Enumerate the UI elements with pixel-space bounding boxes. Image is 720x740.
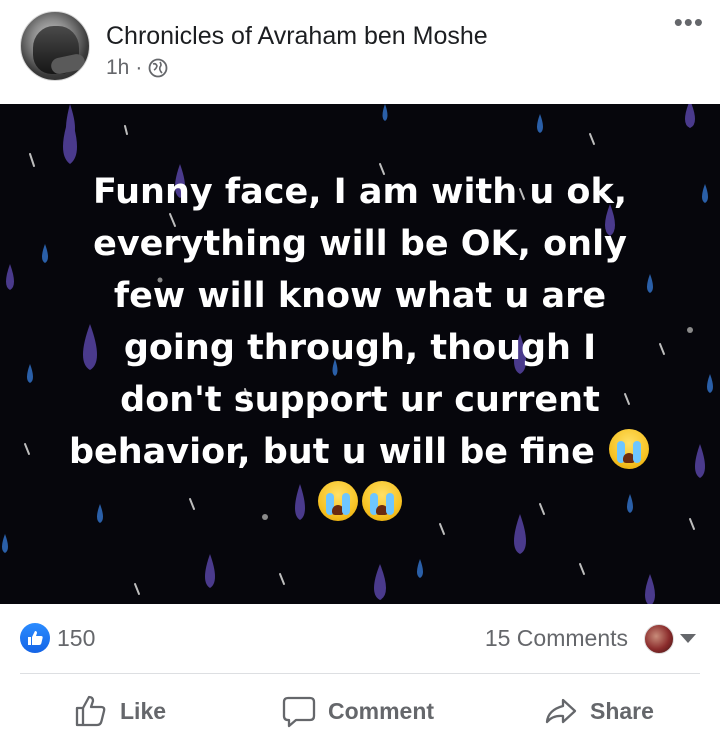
- meta-separator: ·: [135, 56, 143, 79]
- post-text-line-4: going through, though I: [123, 328, 597, 368]
- share-label: Share: [590, 697, 654, 724]
- comment-label: Comment: [328, 697, 435, 724]
- globe-icon: [148, 58, 168, 78]
- post-time[interactable]: 1h: [106, 56, 129, 80]
- commenter-avatar[interactable]: [644, 624, 674, 654]
- post-text-line-5: don't support ur current: [120, 380, 600, 420]
- comment-count[interactable]: 15 Comments: [485, 625, 628, 652]
- post-meta: 1h ·: [106, 56, 168, 80]
- post-text-line-2: everything will be OK, only: [93, 224, 627, 264]
- post-text: Funny face, I am with u ok, everything w…: [0, 166, 720, 530]
- thumbs-up-icon: [75, 695, 106, 727]
- like-label: Like: [120, 697, 167, 724]
- comment-button[interactable]: Comment: [282, 694, 434, 728]
- crying-face-icon: [362, 481, 402, 521]
- action-bar: Like Comment Share: [0, 674, 720, 740]
- post-header: Chronicles of Avraham ben Moshe 1h · •••: [0, 0, 720, 104]
- share-arrow-icon: [545, 698, 577, 724]
- page-avatar[interactable]: [20, 11, 90, 81]
- post-text-line-3: few will know what u are: [113, 276, 607, 316]
- post-image[interactable]: Funny face, I am with u ok, everything w…: [0, 104, 720, 604]
- share-button[interactable]: Share: [544, 694, 654, 728]
- like-reaction-icon[interactable]: [20, 623, 50, 653]
- crying-face-icon: [318, 481, 358, 521]
- post-text-line-6-text: behavior, but u will be fine: [68, 432, 595, 472]
- like-button[interactable]: Like: [74, 694, 166, 728]
- post-stats: 150 15 Comments: [0, 604, 720, 672]
- crying-face-icon: [609, 429, 650, 469]
- post-text-line-7: [40, 478, 680, 530]
- caret-down-icon[interactable]: [680, 634, 696, 643]
- post-text-line-6: behavior, but u will be fine: [40, 426, 680, 478]
- like-count[interactable]: 150: [57, 625, 95, 652]
- post-text-line-1: Funny face, I am with u ok,: [92, 172, 628, 212]
- more-options-icon[interactable]: •••: [674, 9, 704, 35]
- page-name-link[interactable]: Chronicles of Avraham ben Moshe: [106, 22, 488, 51]
- speech-bubble-icon: [282, 696, 316, 728]
